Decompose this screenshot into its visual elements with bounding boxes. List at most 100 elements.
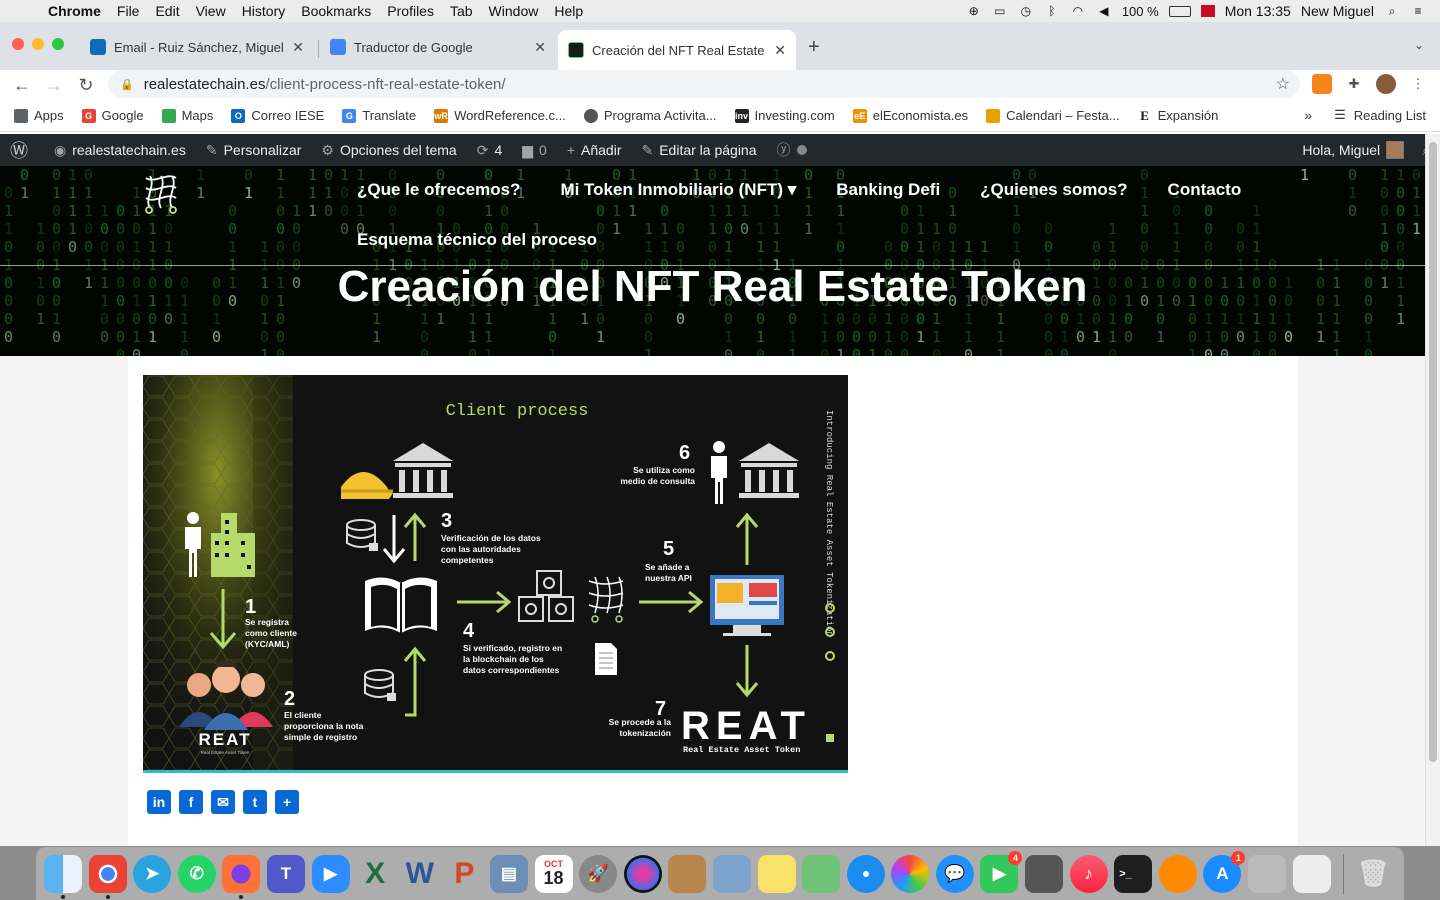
wp-user-greeting[interactable]: Hola, Miguel [1302, 142, 1380, 158]
messages-icon[interactable]: 💬 [935, 854, 974, 893]
telegram-icon[interactable]: ➤ [133, 854, 172, 893]
tab-search-chevron-icon[interactable]: ⌄ [1414, 38, 1424, 52]
word-icon[interactable]: W [401, 855, 439, 893]
bookmark-eleconomista[interactable]: eE elEconomista.es [852, 108, 968, 123]
profile-avatar[interactable] [1376, 74, 1396, 94]
twitter-share-icon[interactable]: t [243, 790, 267, 814]
excel-icon[interactable]: X [356, 855, 394, 893]
terminal-icon[interactable]: >_ [1114, 854, 1153, 893]
wifi-icon[interactable]: ◠ [1070, 4, 1086, 18]
reload-icon[interactable]: ↻ [70, 75, 102, 96]
safari-icon[interactable] [846, 854, 885, 893]
powerpoint-icon[interactable]: P [445, 855, 483, 893]
nav-esquema-tecnico[interactable]: Esquema técnico del proceso [357, 230, 597, 250]
menubar-clock[interactable]: Mon 13:35 [1225, 3, 1291, 19]
nav-que-ofrecemos[interactable]: ¿Que le ofrecemos? [357, 180, 520, 200]
wp-theme-options-link[interactable]: ⚙ Opciones del tema [311, 142, 466, 159]
menu-tab[interactable]: Tab [442, 3, 481, 19]
spotlight-search-icon[interactable]: ⌕ [1384, 4, 1400, 18]
trash-icon[interactable]: 🗑 [1354, 855, 1392, 893]
minimize-window-button[interactable] [32, 38, 44, 50]
facetime-icon[interactable]: ▶ 4 [980, 850, 1023, 893]
address-bar[interactable]: 🔒 realestatechain.es/client-process-nft-… [108, 70, 1300, 98]
tab-translate[interactable]: Traductor de Google ✕ [320, 30, 556, 64]
page-scrollbar[interactable] [1425, 134, 1440, 846]
extensions-puzzle-icon[interactable]: ✚ [1344, 74, 1364, 94]
menu-history[interactable]: History [234, 3, 294, 19]
email-share-icon[interactable]: ✉ [211, 790, 235, 814]
close-tab-icon[interactable]: ✕ [774, 42, 786, 59]
more-bookmarks-chevron-icon[interactable]: » [1304, 107, 1312, 123]
menu-file[interactable]: File [109, 3, 148, 19]
nav-mi-token[interactable]: Mi Token Inmobiliario (NFT) ▾ [560, 180, 796, 200]
whatsapp-icon[interactable]: ✆ [177, 854, 216, 893]
textedit-icon[interactable] [1292, 854, 1331, 893]
close-window-button[interactable] [12, 38, 24, 50]
reading-list-button[interactable]: ☰ Reading List [1334, 107, 1426, 123]
nav-contacto[interactable]: Contacto [1168, 180, 1242, 200]
bluetooth-icon[interactable]: ᛒ [1044, 4, 1060, 18]
close-tab-icon[interactable]: ✕ [534, 39, 546, 56]
calendar-app-icon[interactable]: OCT 18 [534, 854, 573, 893]
teams-icon[interactable]: T [266, 854, 305, 893]
menu-view[interactable]: View [188, 3, 234, 19]
nav-quienes-somos[interactable]: ¿Quienes somos? [980, 180, 1127, 200]
bookmark-wordreference[interactable]: wR WordReference.c... [434, 108, 566, 123]
menu-help[interactable]: Help [546, 3, 591, 19]
back-arrow-icon[interactable]: ← [6, 75, 38, 96]
tab-active-nft[interactable]: Creación del NFT Real Estate T ✕ [558, 30, 796, 70]
lock-icon[interactable]: 🔒 [120, 78, 134, 91]
bookmark-apps[interactable]: Apps [14, 108, 64, 123]
finder-icon[interactable] [44, 854, 82, 899]
wp-logo-button[interactable]: Ⓦ [0, 137, 44, 163]
wp-customize-link[interactable]: ✎ Personalizar [196, 142, 312, 159]
bookmark-maps[interactable]: Maps [161, 108, 213, 123]
chrome-menu-icon[interactable]: ⋮ [1408, 74, 1428, 94]
scrollbar-thumb[interactable] [1429, 142, 1437, 762]
menu-edit[interactable]: Edit [147, 3, 187, 19]
wp-comments-link[interactable]: ▆ 0 [512, 142, 557, 159]
bookmark-google[interactable]: G Google [81, 108, 144, 123]
firefox-icon[interactable] [222, 854, 261, 899]
bookmark-investing[interactable]: inv Investing.com [734, 108, 835, 123]
wp-site-link[interactable]: ◉ realestatechain.es [44, 142, 196, 159]
music-icon[interactable]: ♪ [1069, 854, 1108, 893]
books-icon[interactable] [1158, 854, 1197, 893]
wp-updates-link[interactable]: ⟳ 4 [467, 142, 513, 159]
nav-banking-defi[interactable]: Banking Defi [836, 180, 940, 200]
printer-icon[interactable] [1025, 854, 1064, 893]
notification-center-icon[interactable]: ≡ [1410, 4, 1426, 18]
bookmark-expansion[interactable]: E Expansión [1137, 108, 1218, 123]
wp-user-avatar[interactable] [1386, 141, 1405, 159]
wp-edit-page-link[interactable]: ✎ Editar la página [631, 142, 766, 159]
bookmark-star-icon[interactable]: ☆ [1276, 74, 1290, 94]
siri-icon[interactable] [623, 854, 662, 893]
wp-add-new-link[interactable]: + Añadir [557, 142, 632, 158]
launchpad-icon[interactable]: 🚀 [579, 854, 618, 893]
maps-icon[interactable] [802, 854, 841, 893]
wp-yoast-button[interactable]: ⓨ [767, 140, 817, 160]
notes-folder-icon[interactable] [668, 854, 707, 893]
close-tab-icon[interactable]: ✕ [292, 39, 304, 56]
zoom-icon[interactable]: ▶ [311, 854, 350, 893]
photos-icon[interactable] [891, 854, 930, 893]
metamask-extension-icon[interactable] [1312, 74, 1332, 94]
scanner-icon[interactable] [1248, 854, 1287, 893]
menu-app-name[interactable]: Chrome [40, 3, 109, 19]
bookmark-correo-iese[interactable]: O Correo IESE [231, 108, 324, 123]
accessibility-icon[interactable]: ⊕ [966, 4, 982, 18]
chrome-icon[interactable] [88, 854, 127, 899]
time-machine-icon[interactable]: ◷ [1018, 4, 1034, 18]
menu-window[interactable]: Window [481, 3, 547, 19]
battery-icon[interactable] [1168, 5, 1191, 17]
more-share-icon[interactable]: + [275, 790, 299, 814]
bookmark-translate[interactable]: G Translate [342, 108, 416, 123]
site-logo-icon[interactable] [142, 172, 180, 216]
bookmark-programa[interactable]: Programa Activita... [583, 108, 717, 123]
stickies-icon[interactable] [757, 854, 796, 893]
menubar-user[interactable]: New Miguel [1301, 3, 1374, 19]
input-source-flag-icon[interactable] [1200, 5, 1215, 17]
zoom-window-button[interactable] [52, 38, 64, 50]
menu-bookmarks[interactable]: Bookmarks [293, 3, 379, 19]
new-tab-button[interactable]: + [808, 36, 820, 59]
